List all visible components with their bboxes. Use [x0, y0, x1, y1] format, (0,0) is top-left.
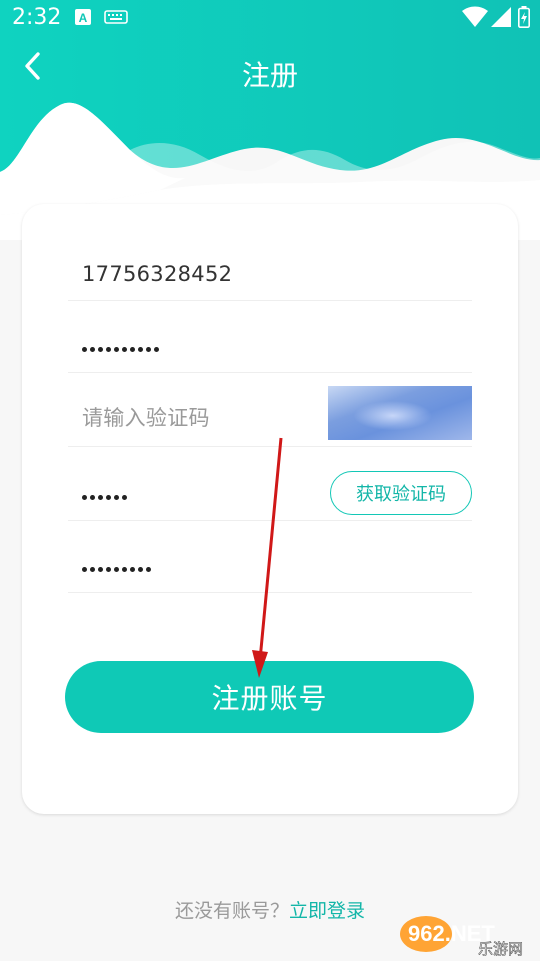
- mask-dot: [138, 347, 143, 352]
- svg-text:A: A: [79, 11, 88, 25]
- mask-dot: [154, 347, 159, 352]
- confirm-password-masked-value[interactable]: [82, 567, 151, 572]
- footer-prompt: 还没有账号？: [174, 900, 289, 922]
- captcha-input-placeholder[interactable]: 请输入验证码: [82, 402, 210, 432]
- mask-dot: [106, 567, 111, 572]
- mask-dot: [106, 347, 111, 352]
- mask-dot: [98, 567, 103, 572]
- watermark-subtitle: 乐游网: [478, 940, 523, 958]
- mask-dot: [146, 347, 151, 352]
- status-bar: 2:32 A: [0, 0, 540, 36]
- mask-dot: [114, 347, 119, 352]
- captcha-image[interactable]: [328, 386, 472, 440]
- mask-dot: [98, 347, 103, 352]
- confirm-password-field[interactable]: [68, 520, 472, 593]
- mask-dot: [90, 495, 95, 500]
- status-time: 2:32: [12, 5, 62, 30]
- mask-dot: [122, 495, 127, 500]
- mask-dot: [130, 567, 135, 572]
- password-field[interactable]: [68, 300, 472, 373]
- phone-field[interactable]: 17756328452: [68, 228, 472, 301]
- mask-dot: [114, 567, 119, 572]
- mask-dot: [82, 347, 87, 352]
- phone-input-value[interactable]: 17756328452: [82, 262, 232, 286]
- sms-code-masked-value[interactable]: [82, 495, 127, 500]
- register-button[interactable]: 注册账号: [65, 661, 474, 733]
- sms-code-field[interactable]: 获取验证码: [68, 446, 472, 521]
- mask-dot: [138, 567, 143, 572]
- page-title: 注册: [241, 59, 298, 92]
- mask-dot: [98, 495, 103, 500]
- mask-dot: [130, 347, 135, 352]
- mask-dot: [82, 495, 87, 500]
- captcha-field[interactable]: 请输入验证码: [68, 372, 472, 447]
- mask-dot: [146, 567, 151, 572]
- get-code-button[interactable]: 获取验证码: [330, 471, 472, 515]
- mask-dot: [90, 567, 95, 572]
- mask-dot: [114, 495, 119, 500]
- site-watermark-logo: 962.NET 乐游网: [400, 916, 523, 958]
- mask-dot: [82, 567, 87, 572]
- password-masked-value[interactable]: [82, 347, 159, 352]
- mask-dot: [106, 495, 111, 500]
- mask-dot: [90, 347, 95, 352]
- login-link[interactable]: 立即登录: [289, 900, 365, 922]
- mask-dot: [122, 347, 127, 352]
- mask-dot: [122, 567, 127, 572]
